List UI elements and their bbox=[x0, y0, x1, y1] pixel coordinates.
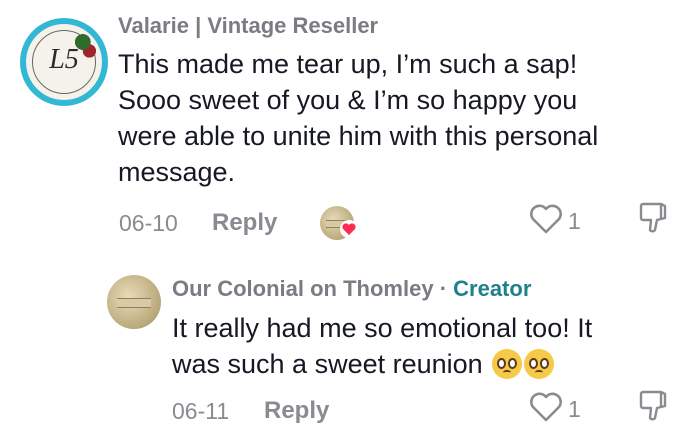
heart-outline-icon[interactable] bbox=[528, 202, 564, 236]
comment-date: 06-10 bbox=[119, 210, 178, 236]
commenter-avatar[interactable]: L5 bbox=[20, 18, 108, 106]
comment-line: were able to unite him with this persona… bbox=[118, 121, 599, 151]
thumbs-down-icon[interactable] bbox=[637, 200, 671, 236]
comment-line: This made me tear up, I’m such a sap! bbox=[118, 49, 578, 79]
reply-line: It really had me so emotional too! It bbox=[172, 313, 593, 343]
comment-line: message. bbox=[118, 157, 236, 187]
comment-author[interactable]: Valarie | Vintage Reseller bbox=[118, 13, 378, 39]
creator-badge: Creator bbox=[453, 276, 532, 301]
reply-line-with-emoji: was such a sweet reunion bbox=[172, 346, 592, 382]
heart-outline-icon[interactable] bbox=[528, 390, 564, 424]
avatar-logo: L5 bbox=[26, 24, 102, 100]
like-count: 1 bbox=[568, 208, 581, 234]
reply-author-line: Our Colonial on Thomley · Creator bbox=[172, 276, 531, 302]
logo-wreath bbox=[74, 30, 96, 60]
reply-author[interactable]: Our Colonial on Thomley bbox=[172, 276, 434, 301]
author-separator: · bbox=[439, 276, 448, 301]
pleading-face-emoji bbox=[492, 349, 523, 379]
pleading-face-emoji bbox=[524, 349, 555, 379]
reply-date: 06-11 bbox=[172, 398, 230, 424]
reply-line: was such a sweet reunion bbox=[172, 349, 483, 379]
reply-button[interactable]: Reply bbox=[212, 209, 277, 237]
comment-text: This made me tear up, I’m such a sap! So… bbox=[118, 46, 598, 190]
reply-text: It really had me so emotional too! It wa… bbox=[172, 310, 592, 382]
thumbs-down-icon[interactable] bbox=[637, 388, 671, 424]
like-count: 1 bbox=[568, 396, 581, 422]
reply-to-reply-button[interactable]: Reply bbox=[264, 397, 329, 425]
creator-avatar[interactable] bbox=[107, 275, 161, 329]
comment-line: Sooo sweet of you & I’m so happy you bbox=[118, 85, 578, 115]
red-heart-badge-icon bbox=[340, 220, 358, 238]
